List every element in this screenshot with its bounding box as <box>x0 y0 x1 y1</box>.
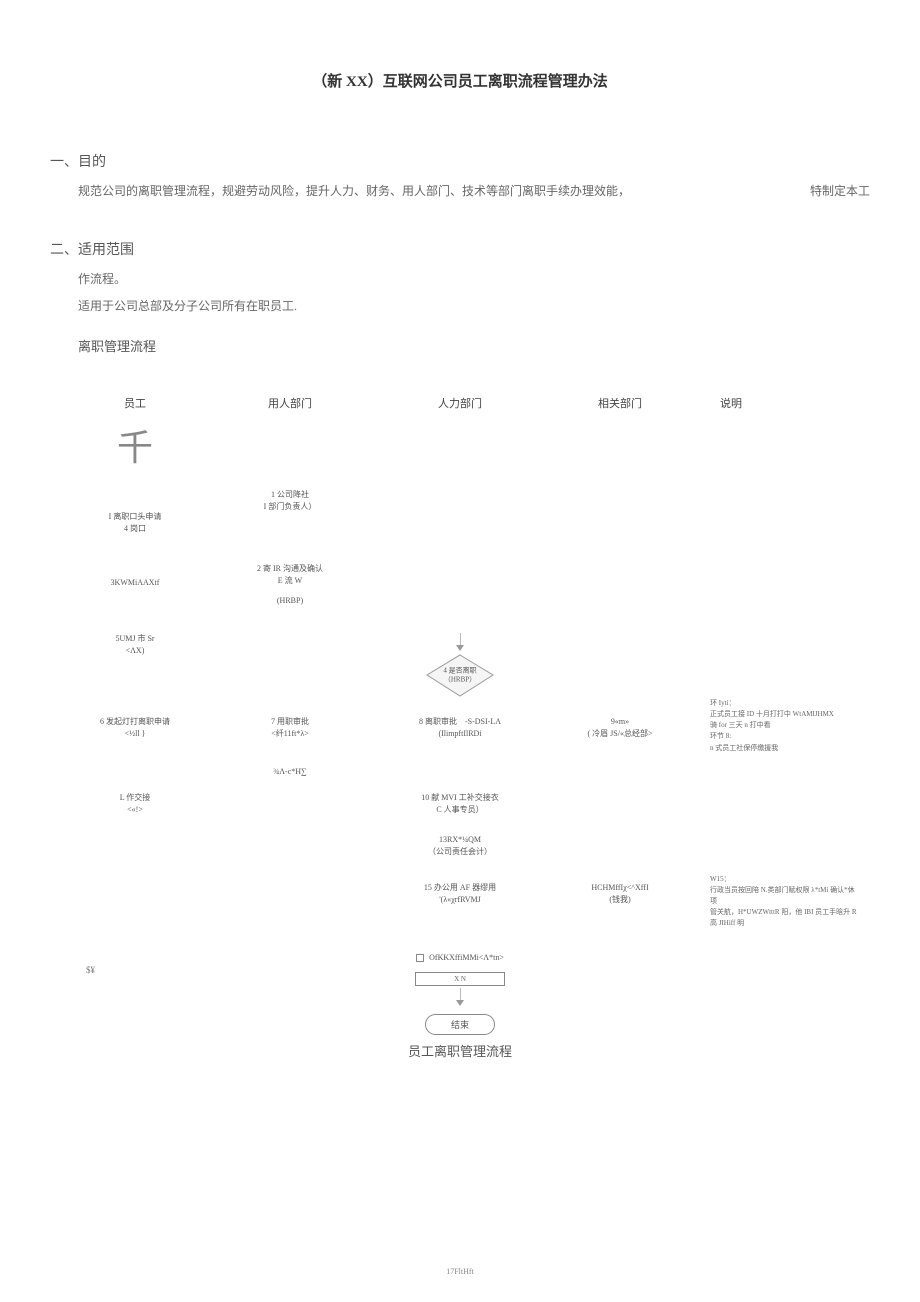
r6-c3b: （公司责任会计） <box>370 846 550 858</box>
r5-c3: 10 献 MVI 工补交接衣 C 人事专员） <box>370 792 550 816</box>
arrow-down-end-icon <box>456 1000 464 1006</box>
r4-c4b: ( 冷眉 JS/«总经部> <box>550 728 690 740</box>
r4-c3a: 8 离职审批 <box>419 717 457 726</box>
r4-c5e: n 式员工社保停缴援我 <box>710 743 860 754</box>
r7-c5: W15： 行政当员按回陪 N.类部门赋权限 λ*tMi 确认*休项 管关航，H*… <box>690 874 860 930</box>
r7-c3: 15 办公用 AF 器缪用 '(λ«χrfRVMJ <box>370 882 550 906</box>
r7-c4b: (钱我) <box>550 894 690 906</box>
r1-c2b: I 部门负责人） <box>210 501 370 513</box>
section-2-line2: 适用于公司总部及分子公司所有在职员工. <box>78 296 870 318</box>
r4b-c2: ¾Λ-c*H∑ <box>210 766 370 778</box>
r1-c1: I 离职口头申请 4 岗口 <box>60 511 210 535</box>
r4-c5b: 正式员工接 ID 十月打打中 WtAMIJHMX <box>710 709 860 720</box>
flow-row-8: OfKKXffiMMi<Λ*tn> <box>60 952 860 964</box>
r2-c2a: 2 寄 IR 沟通及确认 <box>210 563 370 575</box>
page-footer: 17FltHft <box>0 1267 920 1276</box>
decision-diamond: 4 是否离职 （HRBP） <box>425 653 495 698</box>
r3-c1a: 5UMJ 市 Sr <box>60 633 210 645</box>
decision-cell: 4 是否离职 （HRBP） <box>370 633 550 702</box>
col-employee: 员工 <box>60 395 210 411</box>
r4-c3: 8 离职审批 -S-DSI-LA (IlimpftIlRDi <box>370 716 550 740</box>
r5-c1a: L 作交接 <box>60 792 210 804</box>
section-1-head: 一、目的 <box>50 151 870 171</box>
r5-c1b: <«!> <box>60 804 210 816</box>
r4-c4a: 9«m» <box>550 716 690 728</box>
flowchart-area: 员工 用人部门 人力部门 相关部门 说明 千 I 离职口头申请 4 岗口 1 公… <box>50 395 870 1060</box>
flow-row-7: 15 办公用 AF 器缪用 '(λ«χrfRVMJ HCHMffIχ<^XffI… <box>60 882 860 930</box>
section-1-body: 规范公司的离职管理流程，规避劳动风险，提升人力、财务、用人部门、技术等部门离职手… <box>78 181 870 203</box>
r2-c1-text: 3KWMiAAXtf <box>60 577 210 589</box>
r8-c3-text: OfKKXffiMMi<Λ*tn> <box>429 953 504 962</box>
r7-c5b: 行政当员按回陪 N.类部门赋权限 λ*tMi 确认*休项 <box>710 885 860 907</box>
r4-c2: 7 用职审批 <纤11ft*λ> <box>210 716 370 740</box>
r4-c3c: -S-DSI-LA <box>465 717 501 726</box>
r6-c3: 13RX*¼QM （公司责任会计） <box>370 834 550 858</box>
section-2-line1: 作流程。 <box>78 269 870 291</box>
column-headers: 员工 用人部门 人力部门 相关部门 说明 <box>60 395 860 411</box>
flow-row-1: I 离职口头申请 4 岗口 1 公司降社 I 部门负责人） <box>60 511 860 535</box>
r7-c5a: W15： <box>710 874 860 885</box>
section-1-body-right: 特制定本工 <box>810 181 870 203</box>
r4-c4: 9«m» ( 冷眉 JS/«总经部> <box>550 716 690 740</box>
r7-c3b: '(λ«χrfRVMJ <box>370 894 550 906</box>
r8-c3: OfKKXffiMMi<Λ*tn> <box>370 952 550 964</box>
col-related: 相关部门 <box>550 395 690 411</box>
r2-c2: 2 寄 IR 沟通及确认 E 流 W (HRBP) <box>210 563 370 607</box>
section-2-head: 二、适用范围 <box>50 239 870 259</box>
flow-connector-end <box>460 988 461 1000</box>
col-dept: 用人部门 <box>210 395 370 411</box>
col-hr: 人力部门 <box>370 395 550 411</box>
decision-label-a: 4 是否离职 <box>430 667 490 675</box>
r4-c5: 环 Iytí： 正式员工接 ID 十月打打中 WtAMIJHMX 骑 for 三… <box>690 698 860 754</box>
r5-c3a: 10 献 MVI 工补交接衣 <box>370 792 550 804</box>
flow-row-6: 13RX*¼QM （公司责任会计） <box>60 834 860 858</box>
r1-c1a: I 离职口头申请 <box>60 511 210 523</box>
col-notes: 说明 <box>690 395 860 411</box>
flow-end-oval: 结束 <box>425 1014 495 1035</box>
section-1-body-left: 规范公司的离职管理流程，规避劳动风险，提升人力、财务、用人部门、技术等部门离职手… <box>78 181 630 203</box>
flow-connector <box>460 633 461 645</box>
r4-c3b: (IlimpftIlRDi <box>370 728 550 740</box>
r5-c1: L 作交接 <«!> <box>60 792 210 816</box>
r5-c3b: C 人事专员） <box>370 804 550 816</box>
r7-c4: HCHMffIχ<^XffI (钱我) <box>550 882 690 906</box>
r4-c2b: <纤11ft*λ> <box>210 728 370 740</box>
r4-c2a: 7 用职审批 <box>210 716 370 728</box>
checkbox-icon <box>416 954 424 962</box>
r4-c1b: <½ll } <box>60 728 210 740</box>
r2-c1: 3KWMiAAXtf <box>60 577 210 589</box>
r4-c5a: 环 Iytí： <box>710 698 860 709</box>
r3-c1: 5UMJ 市 Sr <ΛX) <box>60 633 210 657</box>
flow-row-3: 5UMJ 市 Sr <ΛX) 4 是否离职 （HRBP） <box>60 633 860 702</box>
r1-c2a: 1 公司降社 <box>210 489 370 501</box>
flow-row-4b: ¾Λ-c*H∑ <box>60 766 860 778</box>
r7-c5d: 高 JIHiff 明 <box>710 918 860 929</box>
flow-heading: 离职管理流程 <box>78 336 870 355</box>
flow-row-2: 3KWMiAAXtf 2 寄 IR 沟通及确认 E 流 W (HRBP) <box>60 563 860 607</box>
r4-c1a: 6 发起灯打离职申请 <box>60 716 210 728</box>
flowchart-title: 员工离职管理流程 <box>60 1041 860 1060</box>
r1-c2: 1 公司降社 I 部门负责人） <box>210 489 370 513</box>
glyph-mark: 千 <box>60 419 210 471</box>
r2-c2b: E 流 W <box>210 575 370 587</box>
r7-c3a: 15 办公用 AF 器缪用 <box>370 882 550 894</box>
r4-c1: 6 发起灯打离职申请 <½ll } <box>60 716 210 740</box>
page-title: （新 XX）互联网公司员工离职流程管理办法 <box>50 70 870 91</box>
flow-row-4: 6 发起灯打离职申请 <½ll } 7 用职审批 <纤11ft*λ> 8 离职审… <box>60 716 860 754</box>
r3-c1b: <ΛX) <box>60 645 210 657</box>
r2-c2c: (HRBP) <box>210 595 370 607</box>
arrow-down-icon <box>456 645 464 651</box>
r1-c1b: 4 岗口 <box>60 523 210 535</box>
side-mark: $¥ <box>86 965 95 975</box>
flow-end-box: X N <box>415 972 505 986</box>
r6-c3a: 13RX*¼QM <box>370 834 550 846</box>
decision-label-b: （HRBP） <box>430 675 490 683</box>
r7-c4a: HCHMffIχ<^XffI <box>550 882 690 894</box>
r7-c5c: 管关航，H*UWZWtttR 阳，他 IBI 员工手晗升 R <box>710 907 860 918</box>
r4-c5c: 骑 for 三天 n 打中看 <box>710 720 860 731</box>
r4-c5d: 环节 8: <box>710 731 860 742</box>
flow-row-5: L 作交接 <«!> 10 献 MVI 工补交接衣 C 人事专员） <box>60 792 860 816</box>
